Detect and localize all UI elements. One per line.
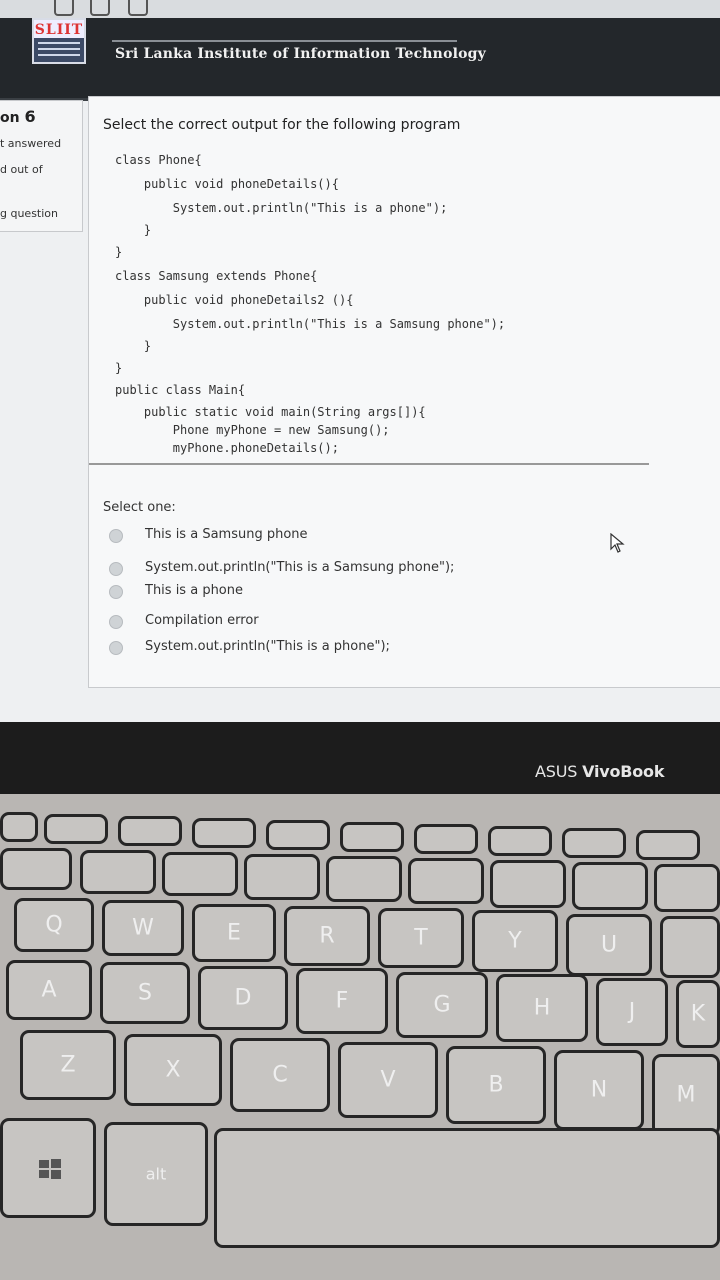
key-h[interactable]: H bbox=[496, 974, 588, 1042]
question-status: t answered bbox=[0, 137, 62, 150]
key-k[interactable]: K bbox=[676, 980, 720, 1048]
keyboard-key[interactable] bbox=[490, 860, 566, 908]
key-y[interactable]: Y bbox=[472, 910, 558, 972]
key-c[interactable]: C bbox=[230, 1038, 330, 1112]
key-v[interactable]: V bbox=[338, 1042, 438, 1118]
code-line: } bbox=[115, 361, 123, 375]
answer-option-label: Compilation error bbox=[145, 613, 259, 628]
keyboard-key[interactable] bbox=[0, 848, 72, 890]
key-g[interactable]: G bbox=[396, 972, 488, 1038]
code-line: class Phone{ bbox=[115, 153, 202, 167]
laptop-bezel bbox=[0, 722, 720, 794]
keyboard-key[interactable] bbox=[414, 824, 478, 854]
windows-key-icon bbox=[39, 1159, 61, 1179]
key-b[interactable]: B bbox=[446, 1046, 546, 1124]
code-block: class Phone{ public void phoneDetails(){… bbox=[89, 147, 649, 465]
site-header: SLIIT Sri Lanka Institute of Information… bbox=[0, 18, 720, 101]
keyboard-key[interactable] bbox=[0, 812, 38, 842]
key-a[interactable]: A bbox=[6, 960, 92, 1020]
key-d[interactable]: D bbox=[198, 966, 288, 1030]
radio-icon[interactable] bbox=[109, 529, 123, 543]
key-r[interactable]: R bbox=[284, 906, 370, 966]
radio-icon[interactable] bbox=[109, 585, 123, 599]
keyboard-key[interactable] bbox=[562, 828, 626, 858]
keyboard-key[interactable] bbox=[636, 830, 700, 860]
key-f[interactable]: F bbox=[296, 968, 388, 1034]
logo-text: SLIIT bbox=[34, 20, 84, 38]
key-s[interactable]: S bbox=[100, 962, 190, 1024]
sliit-logo[interactable]: SLIIT bbox=[32, 18, 86, 64]
flag-question-link[interactable]: g question bbox=[0, 207, 58, 220]
keyboard-key[interactable] bbox=[408, 858, 484, 904]
radio-icon[interactable] bbox=[109, 562, 123, 576]
answer-option-label: This is a Samsung phone bbox=[145, 527, 308, 542]
keyboard-key[interactable] bbox=[244, 854, 320, 900]
keyboard-key[interactable] bbox=[654, 864, 720, 912]
keyboard-key[interactable] bbox=[340, 822, 404, 852]
browser-icon[interactable] bbox=[90, 0, 110, 16]
key-z[interactable]: Z bbox=[20, 1030, 116, 1100]
code-line: myPhone.phoneDetails(); bbox=[115, 441, 339, 455]
key-e[interactable]: E bbox=[192, 904, 276, 962]
key-u[interactable]: U bbox=[566, 914, 652, 976]
question-marks: d out of bbox=[0, 163, 43, 176]
browser-icon[interactable] bbox=[54, 0, 74, 16]
key-t[interactable]: T bbox=[378, 908, 464, 968]
code-line: } bbox=[115, 223, 152, 237]
key-j[interactable]: J bbox=[596, 978, 668, 1046]
keyboard-key[interactable] bbox=[80, 850, 156, 894]
code-line: } bbox=[115, 339, 152, 353]
key-w[interactable]: W bbox=[102, 900, 184, 956]
laptop-brand: ASUS VivoBook bbox=[535, 762, 665, 781]
question-content: Select the correct output for the follow… bbox=[88, 96, 720, 688]
code-line: System.out.println("This is a Samsung ph… bbox=[115, 317, 506, 331]
browser-icon[interactable] bbox=[128, 0, 148, 16]
question-info-panel: on 6 t answered d out of g question bbox=[0, 100, 83, 232]
header-divider bbox=[112, 40, 457, 42]
select-one-label: Select one: bbox=[103, 500, 176, 515]
key-q[interactable]: Q bbox=[14, 898, 94, 952]
keyboard-key[interactable] bbox=[660, 916, 720, 978]
screen: SLIIT Sri Lanka Institute of Information… bbox=[0, 0, 720, 742]
question-number: on 6 bbox=[0, 107, 36, 126]
code-line: public void phoneDetails(){ bbox=[115, 177, 339, 191]
keyboard-key[interactable] bbox=[162, 852, 238, 896]
key-x[interactable]: X bbox=[124, 1034, 222, 1106]
radio-icon[interactable] bbox=[109, 615, 123, 629]
answer-option-label: System.out.println("This is a phone"); bbox=[145, 639, 390, 654]
code-line: class Samsung extends Phone{ bbox=[115, 269, 318, 283]
keyboard-key[interactable] bbox=[326, 856, 402, 902]
keyboard-key[interactable] bbox=[118, 816, 182, 846]
key-n[interactable]: N bbox=[554, 1050, 644, 1130]
windows-key[interactable] bbox=[0, 1118, 96, 1218]
answer-option-label: This is a phone bbox=[145, 583, 243, 598]
answer-option-label: System.out.println("This is a Samsung ph… bbox=[145, 560, 455, 575]
keyboard-key[interactable] bbox=[266, 820, 330, 850]
browser-toolbar bbox=[0, 0, 720, 18]
code-line: Phone myPhone = new Samsung(); bbox=[115, 423, 390, 437]
question-prompt: Select the correct output for the follow… bbox=[103, 117, 461, 133]
space-bar[interactable] bbox=[214, 1128, 720, 1248]
mouse-cursor-icon bbox=[610, 533, 625, 553]
key-m[interactable]: M bbox=[652, 1054, 720, 1136]
code-line: } bbox=[115, 245, 123, 259]
keyboard-key[interactable] bbox=[572, 862, 648, 910]
institution-name: Sri Lanka Institute of Information Techn… bbox=[115, 46, 486, 62]
code-line: public class Main{ bbox=[115, 383, 246, 397]
code-line: System.out.println("This is a phone"); bbox=[115, 201, 448, 215]
keyboard-key[interactable] bbox=[488, 826, 552, 856]
keyboard-key[interactable] bbox=[44, 814, 108, 844]
alt-key[interactable]: alt bbox=[104, 1122, 208, 1226]
code-line: public void phoneDetails2 (){ bbox=[115, 293, 354, 307]
code-line: public static void main(String args[]){ bbox=[115, 405, 426, 419]
radio-icon[interactable] bbox=[109, 641, 123, 655]
keyboard-key[interactable] bbox=[192, 818, 256, 848]
